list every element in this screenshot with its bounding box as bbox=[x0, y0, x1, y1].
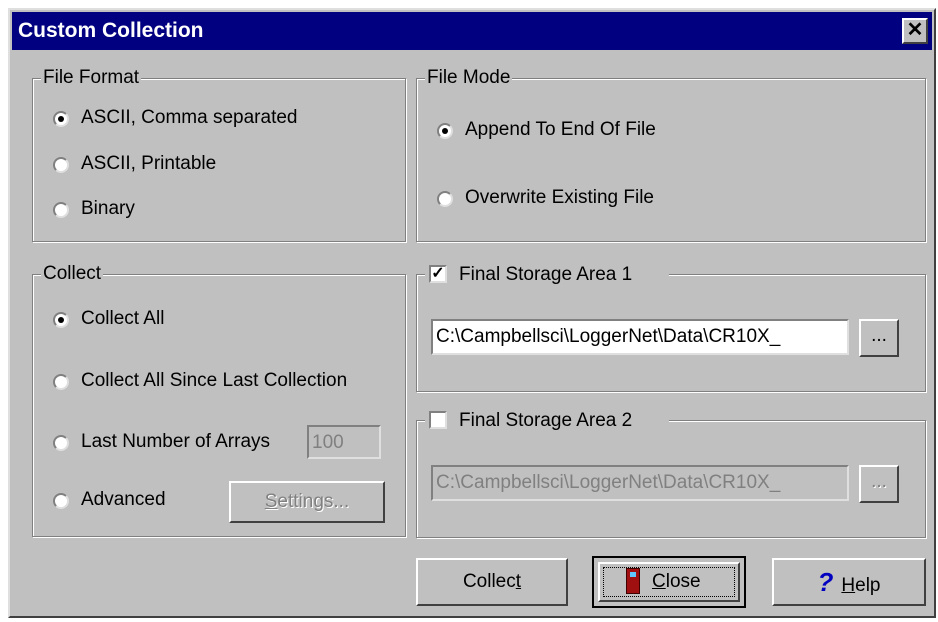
door-window-icon bbox=[630, 572, 636, 577]
door-icon bbox=[626, 568, 640, 594]
radio-last-number-arrays-label[interactable]: Last Number of Arrays bbox=[81, 430, 270, 454]
storage-area-1-path-input[interactable]: C:\Campbellsci\LoggerNet\Data\CR10X_ bbox=[431, 319, 849, 355]
close-button-label: Close bbox=[652, 570, 701, 594]
radio-append-indicator[interactable] bbox=[437, 123, 453, 139]
storage-area-2-checkbox[interactable] bbox=[429, 411, 447, 429]
radio-binary-indicator[interactable] bbox=[53, 202, 69, 218]
help-button-label: elp bbox=[855, 575, 881, 596]
radio-ascii-printable-indicator[interactable] bbox=[53, 157, 69, 173]
settings-label-mnemonic: S bbox=[264, 491, 278, 512]
radio-collect-since-last-label[interactable]: Collect All Since Last Collection bbox=[81, 369, 347, 393]
radio-overwrite-indicator[interactable] bbox=[437, 191, 453, 207]
settings-label-rest: ettings... bbox=[277, 491, 350, 512]
radio-last-number-arrays-indicator[interactable] bbox=[53, 435, 69, 451]
radio-ascii-comma-indicator[interactable] bbox=[53, 111, 69, 127]
collect-button[interactable]: Collect bbox=[416, 558, 568, 606]
window-title: Custom Collection bbox=[18, 19, 204, 42]
help-button[interactable]: ? Help bbox=[772, 558, 926, 606]
collect-button-mnemonic: t bbox=[515, 571, 522, 592]
radio-advanced-indicator[interactable] bbox=[53, 493, 69, 509]
storage-area-2-legend: Final Storage Area 2 bbox=[425, 408, 669, 434]
close-window-icon[interactable]: ✕ bbox=[902, 18, 928, 44]
radio-ascii-printable-label[interactable]: ASCII, Printable bbox=[81, 152, 216, 176]
close-button[interactable]: Close bbox=[592, 556, 746, 608]
radio-binary-label[interactable]: Binary bbox=[81, 197, 135, 221]
radio-overwrite-label[interactable]: Overwrite Existing File bbox=[465, 186, 654, 210]
file-mode-group: File Mode Append To End Of File Overwrit… bbox=[416, 66, 926, 242]
help-button-mnemonic: H bbox=[841, 575, 856, 596]
close-button-label-rest: lose bbox=[665, 571, 701, 592]
close-button-inner: Close bbox=[598, 562, 740, 602]
collect-button-label: Collec bbox=[462, 571, 516, 592]
file-format-group: File Format ASCII, Comma separated ASCII… bbox=[32, 66, 406, 242]
help-icon: ? bbox=[817, 567, 834, 597]
arrays-count-input[interactable]: 100 bbox=[307, 425, 381, 459]
storage-area-1-legend: ✓ Final Storage Area 1 bbox=[425, 262, 669, 288]
title-bar: Custom Collection ✕ bbox=[12, 12, 932, 50]
custom-collection-dialog: Custom Collection ✕ File Format ASCII, C… bbox=[8, 8, 936, 618]
collect-legend: Collect bbox=[41, 262, 104, 286]
file-format-legend: File Format bbox=[41, 66, 142, 90]
storage-area-1-browse-button[interactable]: ... bbox=[859, 319, 899, 357]
storage-area-1-checkbox[interactable]: ✓ bbox=[429, 265, 447, 283]
settings-button[interactable]: Settings... bbox=[229, 481, 385, 523]
radio-collect-all-label[interactable]: Collect All bbox=[81, 307, 164, 331]
storage-area-1-label[interactable]: Final Storage Area 1 bbox=[459, 263, 632, 287]
storage-area-1-group: ✓ Final Storage Area 1 C:\Campbellsci\Lo… bbox=[416, 262, 926, 392]
collect-group: Collect Collect All Collect All Since La… bbox=[32, 262, 406, 537]
storage-area-2-browse-button[interactable]: ... bbox=[859, 465, 899, 503]
radio-advanced-label[interactable]: Advanced bbox=[81, 488, 166, 512]
storage-area-2-path-input[interactable]: C:\Campbellsci\LoggerNet\Data\CR10X_ bbox=[431, 465, 849, 501]
file-mode-legend: File Mode bbox=[425, 66, 513, 90]
radio-append-label[interactable]: Append To End Of File bbox=[465, 118, 656, 142]
storage-area-2-group: Final Storage Area 2 C:\Campbellsci\Logg… bbox=[416, 408, 926, 538]
radio-ascii-comma-label[interactable]: ASCII, Comma separated bbox=[81, 106, 297, 130]
radio-collect-all-indicator[interactable] bbox=[53, 312, 69, 328]
close-button-mnemonic: C bbox=[652, 571, 666, 592]
radio-collect-since-last-indicator[interactable] bbox=[53, 374, 69, 390]
storage-area-2-label[interactable]: Final Storage Area 2 bbox=[459, 409, 632, 433]
